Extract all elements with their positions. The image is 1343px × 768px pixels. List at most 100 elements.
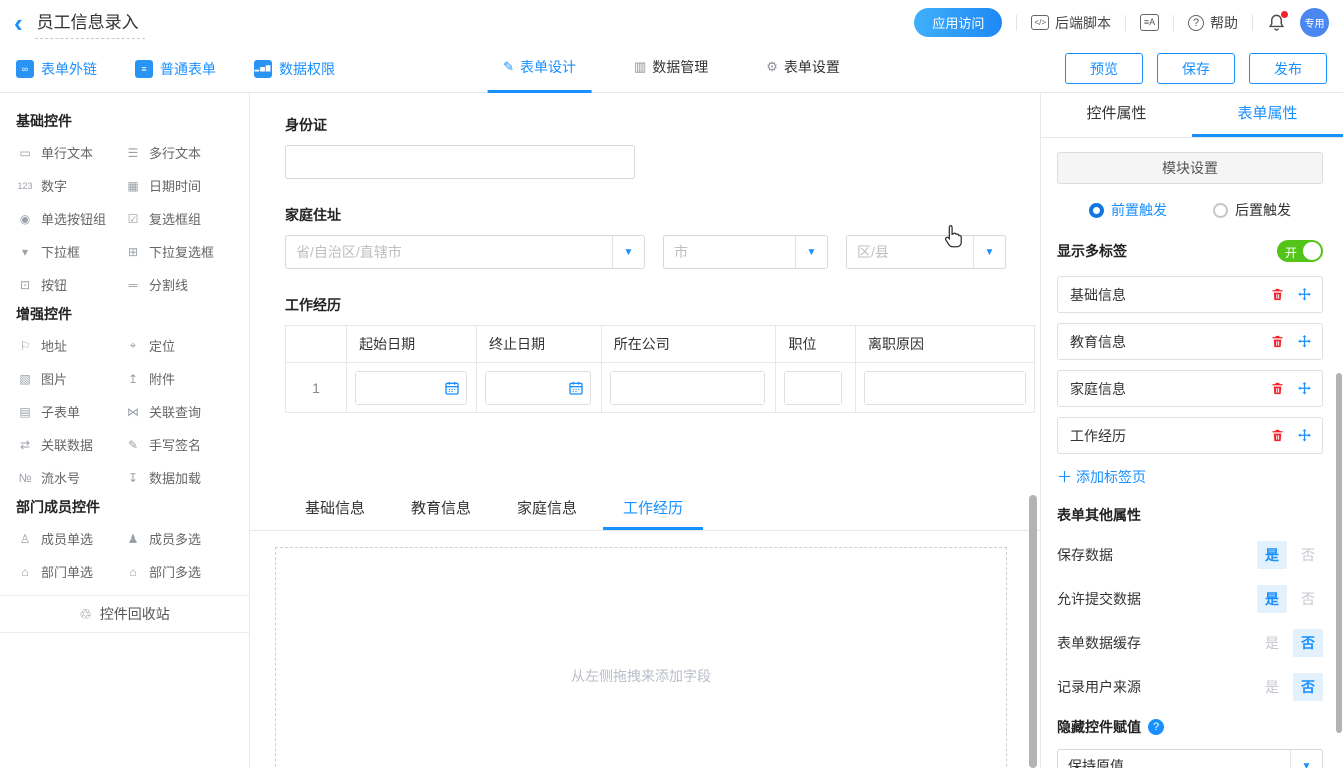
tab-form-settings[interactable]: ⚙ 表单设置 (750, 45, 856, 93)
palette-item-multi-dropdown[interactable]: ⊞下拉复选框 (124, 242, 232, 261)
canvas-tab-education-info[interactable]: 教育信息 (391, 487, 491, 530)
avatar[interactable]: 专用 (1300, 8, 1329, 37)
radio-unselected-icon (1213, 203, 1228, 218)
leave-reason-text[interactable] (865, 372, 1025, 404)
address-icon: ⚐ (16, 339, 34, 353)
option-label: 记录用户来源 (1057, 677, 1251, 697)
multi-tab-toggle[interactable]: 开 (1277, 240, 1323, 262)
palette-item-signature[interactable]: ✎手写签名 (124, 435, 232, 454)
publish-button[interactable]: 发布 (1249, 53, 1327, 84)
number-icon: 123 (16, 181, 34, 191)
start-date-text[interactable] (356, 372, 438, 404)
preview-button[interactable]: 预览 (1065, 53, 1143, 84)
notification-bell-icon[interactable] (1267, 13, 1286, 32)
palette-item-linked-data[interactable]: ⇄关联数据 (16, 435, 124, 454)
save-button[interactable]: 保存 (1157, 53, 1235, 84)
end-date-input[interactable] (485, 371, 591, 405)
page-title[interactable]: 员工信息录入 (35, 6, 145, 39)
palette-item-serial-number[interactable]: №流水号 (16, 468, 124, 487)
palette-item-label: 下拉复选框 (149, 242, 214, 261)
yes-button[interactable]: 是 (1257, 629, 1287, 657)
palette-item-member-multi[interactable]: ♟成员多选 (124, 529, 232, 548)
move-tag-icon[interactable] (1297, 334, 1312, 349)
palette-item-dropdown[interactable]: ▾下拉框 (16, 242, 124, 261)
help-button[interactable]: ? 帮助 (1188, 13, 1238, 33)
palette-item-radio-group[interactable]: ◉单选按钮组 (16, 209, 124, 228)
drop-area[interactable]: 从左侧拖拽来添加字段 (275, 547, 1007, 768)
palette-item-number[interactable]: 123数字 (16, 176, 124, 195)
palette-item-button[interactable]: ⊡按钮 (16, 275, 124, 294)
move-tag-icon[interactable] (1297, 428, 1312, 443)
start-date-input[interactable] (355, 371, 467, 405)
delete-tag-icon[interactable] (1270, 428, 1285, 443)
signature-icon: ✎ (124, 438, 142, 452)
delete-tag-icon[interactable] (1270, 287, 1285, 302)
tab-form-design[interactable]: ✎ 表单设计 (487, 45, 592, 93)
palette-item-datetime[interactable]: ▦日期时间 (124, 176, 232, 195)
hidden-assign-select[interactable]: 保持原值 ▼ (1057, 749, 1323, 768)
district-select[interactable]: 区/县 ▼ (846, 235, 1006, 269)
tab-data-manage[interactable]: ▥ 数据管理 (618, 45, 724, 93)
inspector-scrollbar[interactable] (1336, 373, 1342, 733)
palette-item-member-single[interactable]: ♙成员单选 (16, 529, 124, 548)
palette-item-attachment[interactable]: ↥附件 (124, 369, 232, 388)
palette-item-locate[interactable]: ⌖定位 (124, 336, 232, 355)
widget-recycle-bin[interactable]: ♲ 控件回收站 (0, 595, 249, 633)
no-button[interactable]: 否 (1293, 585, 1323, 613)
translate-icon[interactable]: ≡A (1140, 14, 1159, 31)
canvas-tab-family-info[interactable]: 家庭信息 (497, 487, 597, 530)
company-text[interactable] (611, 372, 764, 404)
backend-script-button[interactable]: </> 后端脚本 (1031, 13, 1111, 33)
position-text[interactable] (785, 372, 841, 404)
palette-item-divider[interactable]: ═分割线 (124, 275, 232, 294)
palette-item-single-line-text[interactable]: ▭单行文本 (16, 143, 124, 162)
palette-item-linked-query[interactable]: ⋈关联查询 (124, 402, 232, 421)
id-card-input[interactable] (285, 145, 635, 179)
palette-item-subform[interactable]: ▤子表单 (16, 402, 124, 421)
app-access-button[interactable]: 应用访问 (914, 8, 1002, 37)
yes-button[interactable]: 是 (1257, 585, 1287, 613)
code-icon: </> (1031, 15, 1049, 30)
position-input[interactable] (784, 371, 842, 405)
palette-item-dept-multi[interactable]: ⌂部门多选 (124, 562, 232, 581)
palette-item-checkbox-group[interactable]: ☑复选框组 (124, 209, 232, 228)
no-button[interactable]: 否 (1293, 673, 1323, 701)
add-tab-link[interactable]: ＋添加标签页 (1057, 466, 1323, 487)
delete-tag-icon[interactable] (1270, 381, 1285, 396)
radio-pre-trigger[interactable]: 前置触发 (1089, 200, 1167, 220)
move-tag-icon[interactable] (1297, 381, 1312, 396)
no-button[interactable]: 否 (1293, 541, 1323, 569)
canvas-scrollbar[interactable] (1029, 495, 1037, 768)
tab-widget-properties[interactable]: 控件属性 (1041, 93, 1192, 137)
end-date-text[interactable] (486, 372, 562, 404)
module-settings-button[interactable]: 模块设置 (1057, 152, 1323, 184)
dept-multi-icon: ⌂ (124, 565, 142, 579)
company-input[interactable] (610, 371, 765, 405)
palette-item-dept-single[interactable]: ⌂部门单选 (16, 562, 124, 581)
canvas-tab-basic-info[interactable]: 基础信息 (285, 487, 385, 530)
move-tag-icon[interactable] (1297, 287, 1312, 302)
normal-form-button[interactable]: ≡ 普通表单 (135, 59, 216, 79)
radio-post-trigger[interactable]: 后置触发 (1213, 200, 1291, 220)
help-question-icon[interactable]: ? (1148, 719, 1164, 735)
city-select[interactable]: 市 ▼ (663, 235, 828, 269)
calendar-icon[interactable] (562, 380, 590, 396)
calendar-icon[interactable] (438, 380, 466, 396)
leave-reason-input[interactable] (864, 371, 1026, 405)
palette-item-address[interactable]: ⚐地址 (16, 336, 124, 355)
form-external-link-button[interactable]: ∞ 表单外链 (16, 59, 97, 79)
palette-item-label: 关联数据 (41, 435, 93, 454)
palette-item-data-load[interactable]: ↧数据加载 (124, 468, 232, 487)
section-title-members: 部门成员控件 (16, 497, 249, 517)
canvas-tab-work-history[interactable]: 工作经历 (603, 487, 703, 530)
yes-button[interactable]: 是 (1257, 673, 1287, 701)
palette-item-image[interactable]: ▧图片 (16, 369, 124, 388)
back-icon[interactable]: ‹ (14, 13, 23, 33)
province-select[interactable]: 省/自治区/直辖市 ▼ (285, 235, 645, 269)
no-button[interactable]: 否 (1293, 629, 1323, 657)
tab-form-properties[interactable]: 表单属性 (1192, 93, 1343, 137)
palette-item-multi-line-text[interactable]: ☰多行文本 (124, 143, 232, 162)
delete-tag-icon[interactable] (1270, 334, 1285, 349)
yes-button[interactable]: 是 (1257, 541, 1287, 569)
data-permission-button[interactable]: ▂▅▇ 数据权限 (254, 59, 335, 79)
